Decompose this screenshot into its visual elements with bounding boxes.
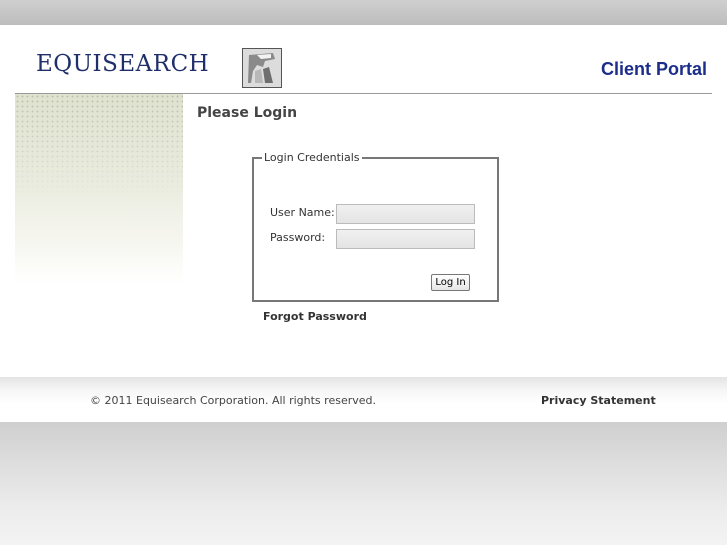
copyright-text: © 2011 Equisearch Corporation. All right… bbox=[90, 394, 376, 407]
privacy-statement-link[interactable]: Privacy Statement bbox=[541, 394, 656, 407]
login-button[interactable]: Log In bbox=[431, 274, 470, 291]
password-label: Password: bbox=[270, 231, 326, 244]
fieldset-legend: Login Credentials bbox=[264, 151, 360, 164]
password-input[interactable] bbox=[336, 229, 475, 249]
portal-title: Client Portal bbox=[600, 59, 707, 79]
bottom-background bbox=[0, 422, 727, 545]
username-input[interactable] bbox=[336, 204, 475, 224]
username-label: User Name: bbox=[270, 206, 335, 219]
side-decorative-panel bbox=[15, 94, 183, 284]
header: EQUISEARCH Client Portal bbox=[0, 25, 727, 93]
page-title: Please Login bbox=[197, 105, 298, 121]
top-bar bbox=[0, 0, 727, 25]
logo-mark-icon bbox=[242, 48, 282, 88]
logo-text: EQUISEARCH bbox=[36, 51, 210, 77]
logo-mark-graphic bbox=[243, 49, 281, 87]
forgot-password-link[interactable]: Forgot Password bbox=[263, 310, 367, 323]
